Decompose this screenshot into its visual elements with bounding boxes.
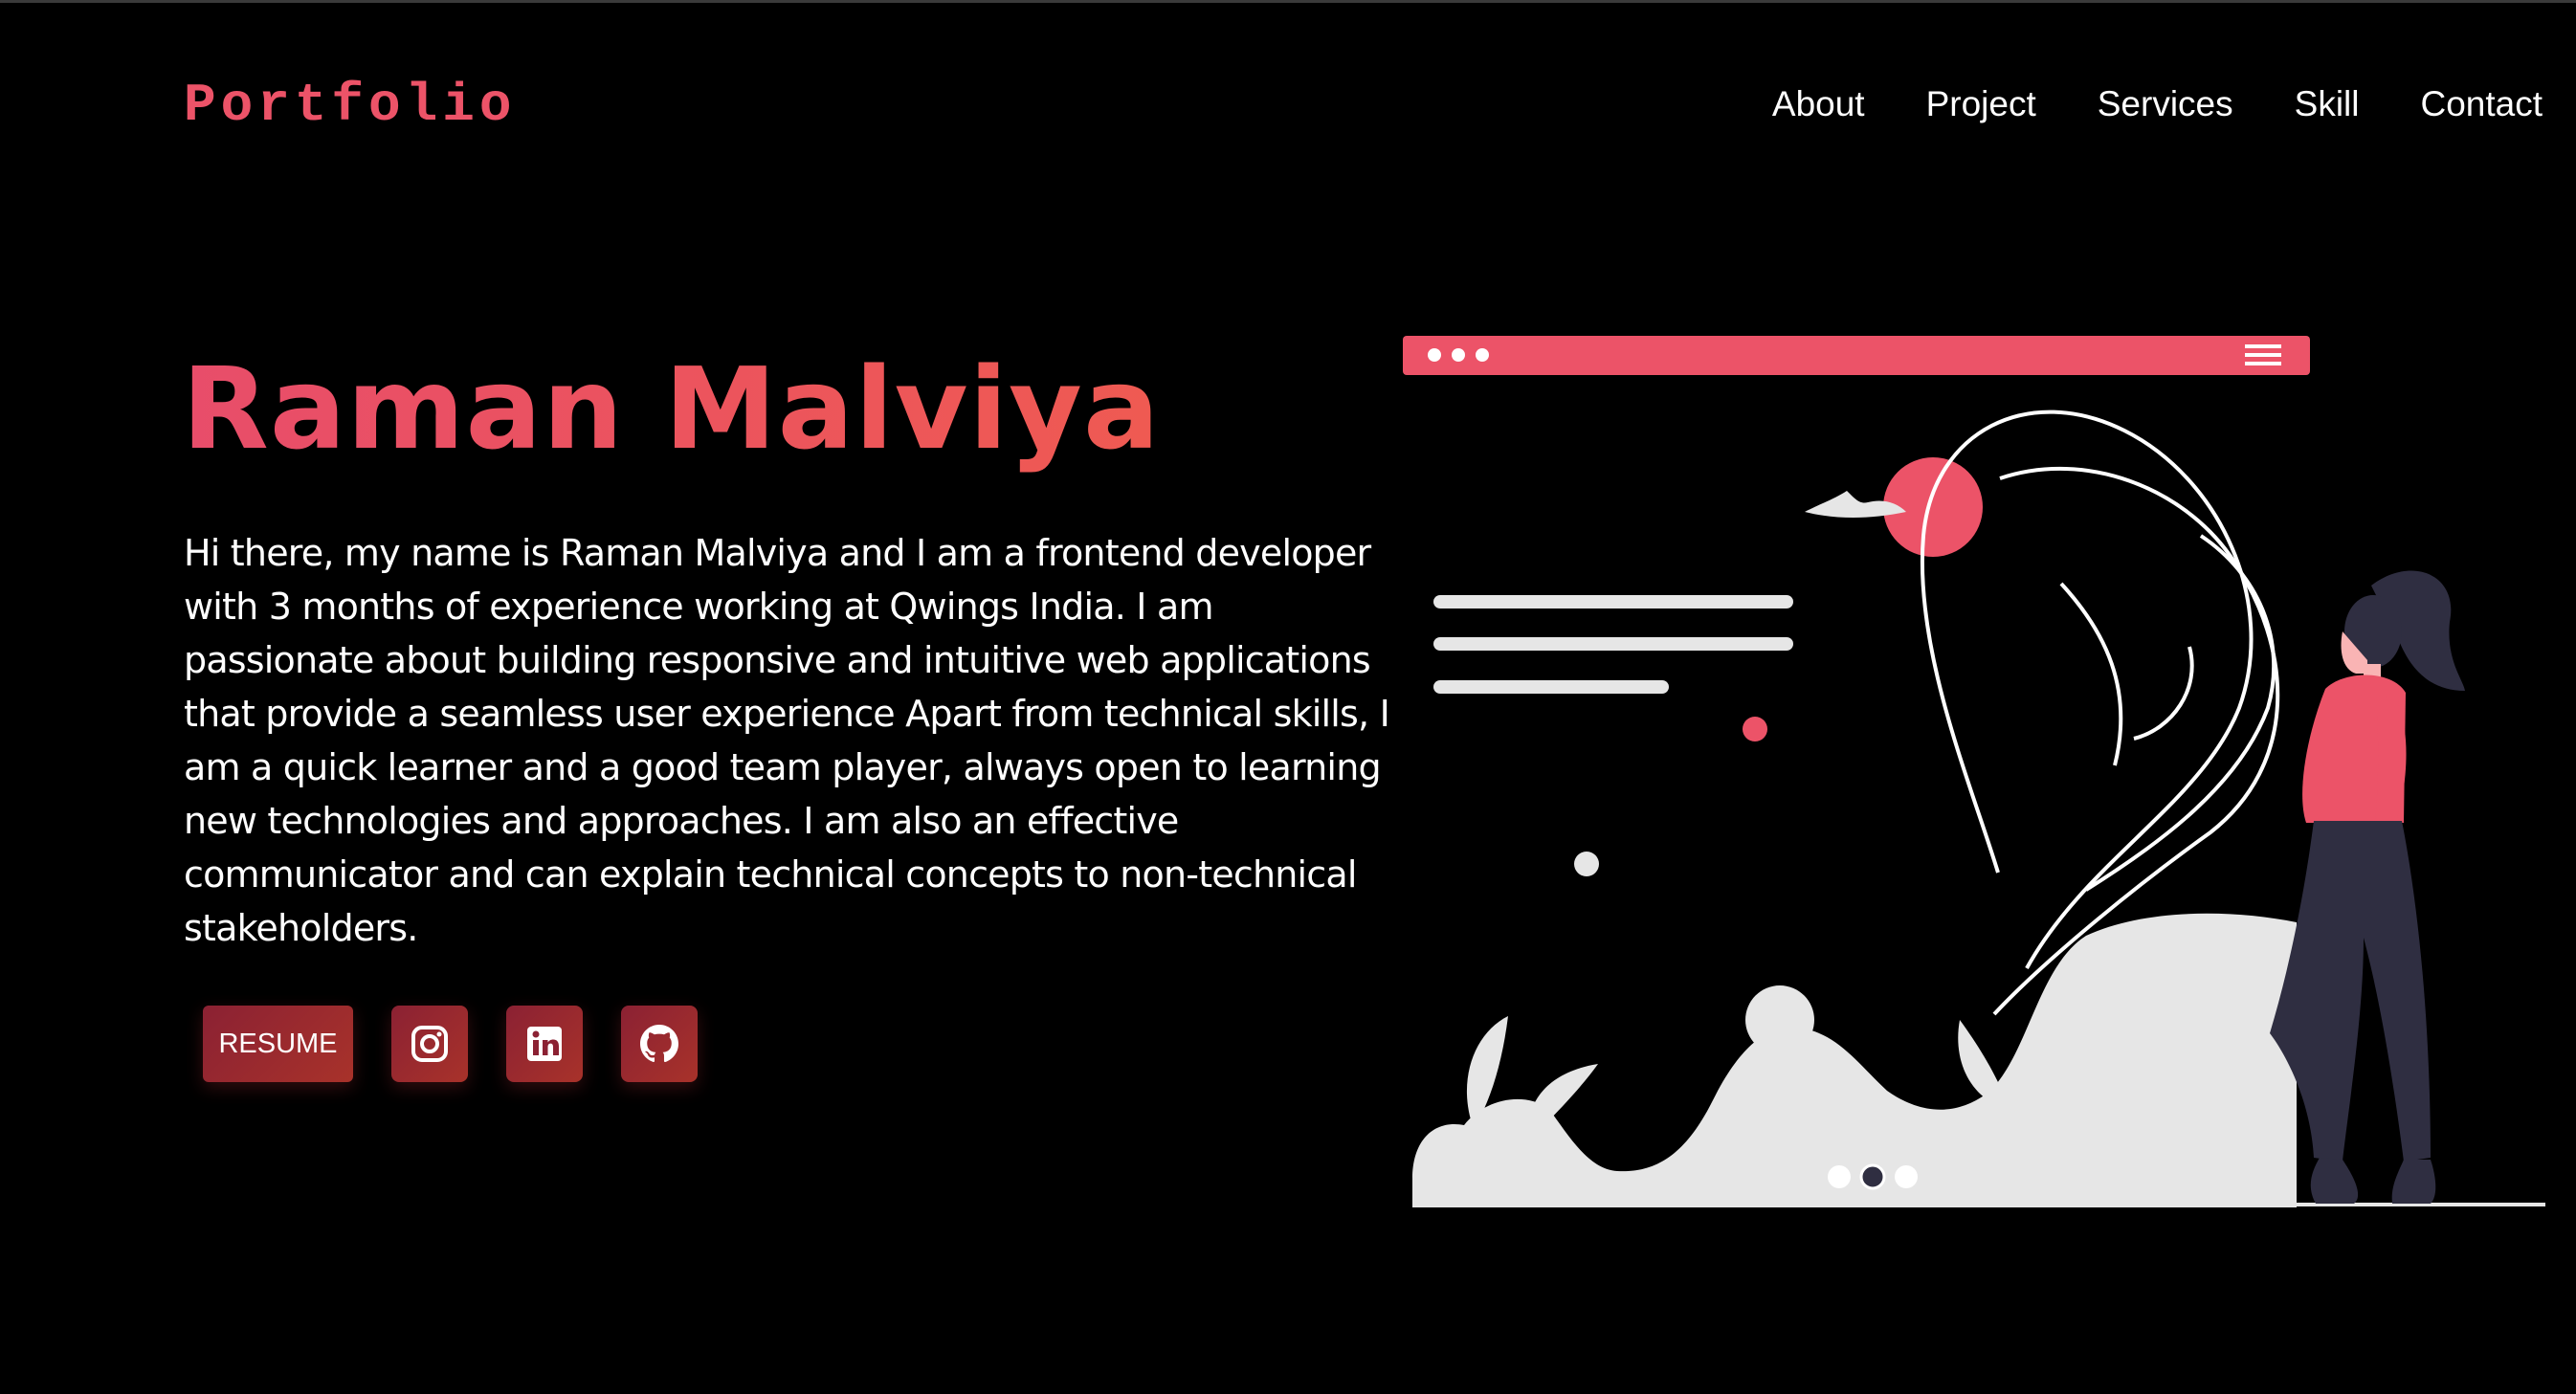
nav-skill[interactable]: Skill [2295, 84, 2360, 124]
instagram-icon [411, 1026, 448, 1062]
github-button[interactable] [621, 1006, 698, 1082]
text-lines-shape [1433, 595, 1793, 694]
browser-bar [1403, 336, 2310, 375]
main-nav: About Project Services Skill Contact [1772, 84, 2543, 124]
rock-shape [1745, 985, 1814, 1054]
pink-dot [1743, 717, 1767, 741]
nav-about[interactable]: About [1772, 84, 1865, 124]
linkedin-button[interactable] [506, 1006, 583, 1082]
github-icon [640, 1025, 678, 1063]
carousel-dots [1828, 1163, 1918, 1190]
hero-actions: RESUME [203, 1006, 698, 1082]
nav-contact[interactable]: Contact [2420, 84, 2543, 124]
window-top-border [0, 0, 2576, 3]
white-dot [1574, 852, 1599, 876]
linkedin-icon [527, 1027, 562, 1061]
hero-name: Raman Malviya [182, 343, 1161, 475]
hero-illustration [1403, 336, 2545, 1207]
instagram-button[interactable] [391, 1006, 468, 1082]
nav-services[interactable]: Services [2098, 84, 2233, 124]
hero-bio: Hi there, my name is Raman Malviya and I… [184, 532, 1390, 949]
resume-button[interactable]: RESUME [203, 1006, 353, 1082]
nav-project[interactable]: Project [1926, 84, 2036, 124]
menu-icon [2245, 344, 2281, 365]
woman-figure [2270, 570, 2465, 1204]
bush-shape [1412, 913, 2297, 1207]
logo[interactable]: Portfolio [184, 75, 516, 136]
